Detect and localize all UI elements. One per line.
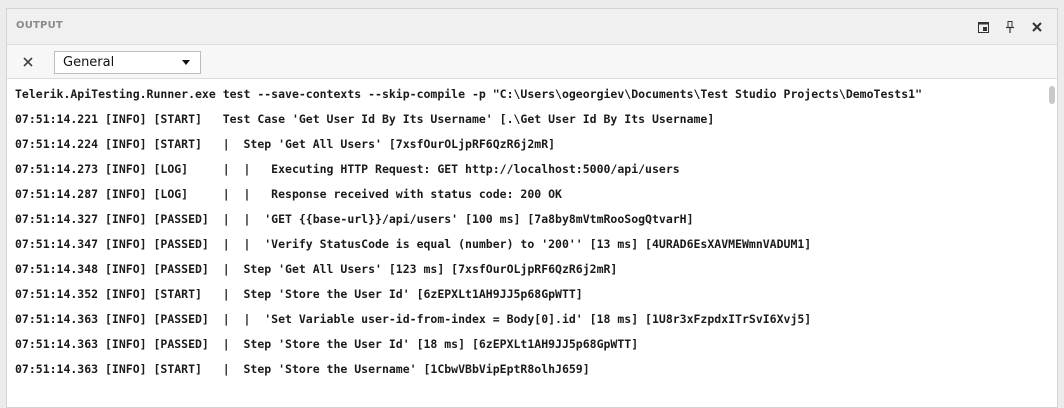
log-line: 07:51:14.224 [INFO] [START] | Step 'Get … [15,137,556,151]
log-line: 07:51:14.352 [INFO] [START] | Step 'Stor… [15,287,583,301]
log-line: Telerik.ApiTesting.Runner.exe test --sav… [15,87,922,101]
output-source-dropdown[interactable]: General [54,51,201,74]
log-line: 07:51:14.348 [INFO] [PASSED] | Step 'Get… [15,262,618,276]
output-toolbar: General [7,45,1057,79]
clear-output-icon [23,57,33,67]
log-line: 07:51:14.347 [INFO] [PASSED] | | 'Verify… [15,237,812,251]
close-icon [1032,22,1042,32]
panel-title-bar: OUTPUT [7,9,1057,45]
scrollbar-thumb[interactable] [1049,86,1055,104]
pin-button[interactable] [1001,18,1019,36]
log-line: 07:51:14.327 [INFO] [PASSED] | | 'GET {{… [15,212,694,226]
clear-output-button[interactable] [19,53,37,71]
output-source-value: General [63,55,115,70]
log-line: 07:51:14.363 [INFO] [PASSED] | Step 'Sto… [15,337,639,351]
log-line: 07:51:14.363 [INFO] [PASSED] | | 'Set Va… [15,312,812,326]
log-line: 07:51:14.273 [INFO] [LOG] | | Executing … [15,162,680,176]
panel-title: OUTPUT [16,20,63,31]
output-panel: OUTPUT General Telerik.ApiTesting.Runner… [6,8,1058,408]
float-window-icon [977,21,989,33]
log-line: 07:51:14.221 [INFO] [START] Test Case 'G… [15,112,715,126]
close-panel-button[interactable] [1028,18,1046,36]
vertical-scrollbar[interactable] [1045,79,1057,407]
chevron-down-icon [182,60,190,65]
log-line: 07:51:14.363 [INFO] [START] | Step 'Stor… [15,362,590,376]
float-window-button[interactable] [974,18,992,36]
pin-icon [1006,21,1014,33]
log-line: 07:51:14.287 [INFO] [LOG] | | Response r… [15,187,562,201]
output-log[interactable]: Telerik.ApiTesting.Runner.exe test --sav… [7,79,1045,407]
